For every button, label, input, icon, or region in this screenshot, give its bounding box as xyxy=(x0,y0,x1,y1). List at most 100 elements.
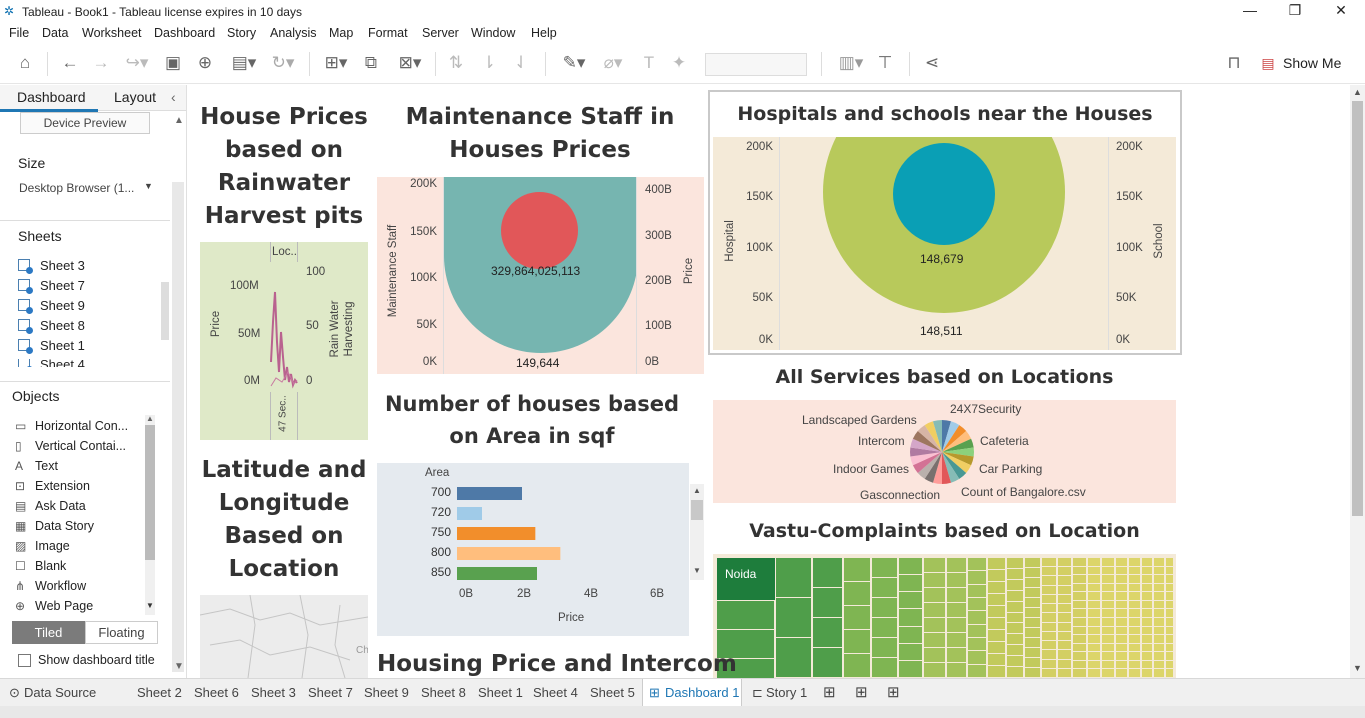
scroll-down-icon[interactable]: ▼ xyxy=(174,661,184,672)
home-icon[interactable]: ⌂ xyxy=(14,53,36,75)
treemap-cell[interactable] xyxy=(1058,604,1071,613)
redo-icon[interactable]: → xyxy=(90,53,112,75)
pause-updates-icon[interactable]: ▤▾ xyxy=(226,53,262,75)
vastu-treemap[interactable]: Noida xyxy=(713,554,1176,678)
tab-sheet[interactable]: Sheet 5 xyxy=(590,685,635,700)
treemap-cell[interactable] xyxy=(947,558,966,572)
treemap-cell[interactable] xyxy=(1007,579,1023,590)
treemap-cell[interactable] xyxy=(1166,609,1173,617)
canvas-scroll-up-icon[interactable]: ▲ xyxy=(1353,87,1362,97)
treemap-cell[interactable] xyxy=(1166,592,1173,600)
treemap-cell[interactable] xyxy=(1025,658,1040,667)
treemap-cell[interactable] xyxy=(924,558,945,572)
treemap-cell[interactable] xyxy=(947,663,966,677)
treemap-cell[interactable] xyxy=(1102,669,1114,677)
menu-window[interactable]: Window xyxy=(471,26,515,40)
treemap-cell[interactable] xyxy=(1116,583,1127,592)
treemap-cell[interactable] xyxy=(1116,643,1127,652)
object-data-story[interactable]: ▦ Data Story xyxy=(15,519,94,533)
replay-icon[interactable]: ↪▾ xyxy=(121,53,153,75)
treemap-cell[interactable] xyxy=(1007,667,1023,677)
share-icon[interactable]: ⋖ xyxy=(921,53,943,75)
treemap-cell[interactable] xyxy=(1116,618,1127,626)
save-icon[interactable]: ▣ xyxy=(162,53,184,75)
treemap-cell[interactable] xyxy=(1073,660,1086,669)
treemap-cell[interactable] xyxy=(968,598,986,611)
treemap-cell[interactable] xyxy=(1073,609,1086,617)
treemap-cell[interactable] xyxy=(1154,660,1164,669)
treemap-cell[interactable] xyxy=(1166,575,1173,583)
treemap-cell[interactable] xyxy=(1073,643,1086,652)
scroll-up-icon[interactable]: ▲ xyxy=(174,115,184,126)
treemap-cell[interactable] xyxy=(924,663,945,677)
treemap-cell[interactable] xyxy=(1142,600,1152,609)
treemap-cell[interactable] xyxy=(1025,588,1040,597)
treemap-cell[interactable] xyxy=(1102,558,1114,566)
treemap-cell[interactable] xyxy=(1102,575,1114,583)
bar-mark[interactable] xyxy=(457,507,482,520)
menu-dashboard[interactable]: Dashboard xyxy=(154,26,215,40)
treemap-cell[interactable] xyxy=(1129,566,1140,575)
treemap-cell[interactable] xyxy=(1166,600,1173,609)
treemap-cell[interactable] xyxy=(1007,645,1023,656)
treemap-cell[interactable] xyxy=(1058,594,1071,604)
show-me-button[interactable]: Show Me xyxy=(1283,55,1341,71)
treemap-cell[interactable] xyxy=(1102,618,1114,626)
rainwater-line-plot[interactable] xyxy=(270,262,298,392)
treemap-cell[interactable] xyxy=(1042,558,1056,567)
treemap-cell[interactable] xyxy=(1166,583,1173,592)
show-title-checkbox[interactable] xyxy=(18,654,31,667)
restore-icon[interactable]: ❐ xyxy=(1285,2,1305,19)
menu-help[interactable]: Help xyxy=(531,26,557,40)
treemap-cell[interactable] xyxy=(1129,635,1140,643)
treemap-cell[interactable] xyxy=(1166,566,1173,575)
treemap-cell[interactable] xyxy=(968,638,986,651)
bar-mark[interactable] xyxy=(457,527,536,540)
treemap-cell[interactable] xyxy=(1142,660,1152,669)
tab-story-1[interactable]: Story 1 xyxy=(766,685,807,700)
treemap-cell[interactable] xyxy=(1025,628,1040,637)
treemap-cell[interactable] xyxy=(1042,650,1056,659)
treemap-cell[interactable] xyxy=(988,618,1005,629)
menu-file[interactable]: File xyxy=(9,26,29,40)
sheet-item-clipped[interactable]: Sheet 4 xyxy=(0,359,160,367)
treemap-cell[interactable] xyxy=(899,575,922,592)
treemap-cell[interactable] xyxy=(1058,613,1071,622)
treemap-cell[interactable] xyxy=(1142,592,1152,600)
size-dropdown[interactable]: Desktop Browser (1... xyxy=(19,181,134,195)
canvas-scroll-down-icon[interactable]: ▼ xyxy=(1353,663,1362,673)
menu-format[interactable]: Format xyxy=(368,26,408,40)
treemap-cell[interactable] xyxy=(813,558,842,587)
objects-scroll-down-icon[interactable]: ▼ xyxy=(146,601,154,610)
treemap-cell[interactable] xyxy=(1025,568,1040,577)
treemap-cell[interactable] xyxy=(872,638,897,657)
treemap-cell[interactable] xyxy=(988,582,1005,593)
hospitals-plot-area[interactable] xyxy=(779,137,1109,350)
treemap-cell[interactable] xyxy=(1025,638,1040,647)
treemap-cell[interactable] xyxy=(1007,590,1023,601)
treemap-cell[interactable] xyxy=(1116,558,1127,566)
maintenance-chart[interactable]: 200K 150K 100K 50K 0K Maintenance Staff … xyxy=(377,177,704,374)
treemap-cell[interactable] xyxy=(1166,626,1173,635)
treemap-cell[interactable] xyxy=(717,601,774,629)
treemap-cell[interactable] xyxy=(776,638,811,677)
treemap-cell[interactable] xyxy=(1129,558,1140,566)
treemap-cell[interactable] xyxy=(1166,643,1173,652)
treemap-cell[interactable] xyxy=(1042,576,1056,585)
treemap-cell[interactable] xyxy=(1142,652,1152,660)
show-cards-icon[interactable]: ▥▾ xyxy=(834,53,868,75)
treemap-cell[interactable] xyxy=(1129,660,1140,669)
treemap-cell[interactable] xyxy=(947,633,966,647)
services-chart[interactable]: Landscaped Gardens 24X7Security Intercom… xyxy=(713,400,1176,503)
treemap-cell[interactable] xyxy=(1102,583,1114,592)
treemap-cell[interactable] xyxy=(899,558,922,575)
canvas-scrollbar[interactable]: ▲ ▼ xyxy=(1350,85,1365,678)
treemap-cell[interactable] xyxy=(1116,575,1127,583)
treemap-cell[interactable] xyxy=(1154,609,1164,617)
treemap-cell[interactable] xyxy=(1166,660,1173,669)
treemap-cell[interactable] xyxy=(1154,558,1164,566)
format-painter-icon[interactable]: ⊓ xyxy=(1223,53,1245,75)
treemap-cell[interactable] xyxy=(1007,612,1023,623)
object-web-page[interactable]: ⊕ Web Page xyxy=(15,599,93,613)
treemap-cell[interactable] xyxy=(1102,609,1114,617)
